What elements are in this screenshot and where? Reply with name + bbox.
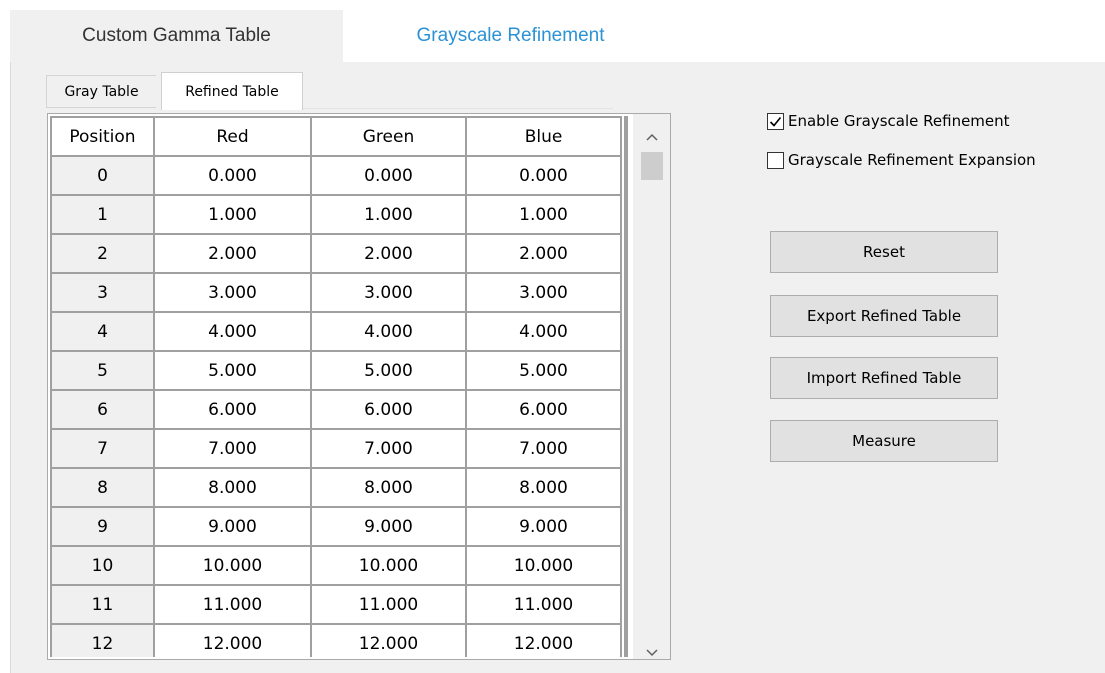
- cell-red[interactable]: 5.000: [153, 350, 312, 391]
- cell-blue[interactable]: 12.000: [465, 623, 622, 657]
- tab-custom-gamma-table[interactable]: Custom Gamma Table: [10, 10, 343, 62]
- cell-green[interactable]: 7.000: [310, 428, 467, 469]
- cell-red[interactable]: 9.000: [153, 506, 312, 547]
- cell-position: 12: [50, 623, 155, 657]
- column-header-green: Green: [310, 116, 467, 157]
- cell-position: 7: [50, 428, 155, 469]
- cell-red[interactable]: 1.000: [153, 194, 312, 235]
- tab-refined-table[interactable]: Refined Table: [161, 72, 303, 110]
- cell-position: 2: [50, 233, 155, 274]
- cell-position: 0: [50, 155, 155, 196]
- table-row: 0 0.000 0.000 0.000: [50, 155, 622, 196]
- column-header-position: Position: [50, 116, 155, 157]
- cell-green[interactable]: 2.000: [310, 233, 467, 274]
- cell-red[interactable]: 8.000: [153, 467, 312, 508]
- cell-position: 10: [50, 545, 155, 586]
- cell-green[interactable]: 9.000: [310, 506, 467, 547]
- cell-blue[interactable]: 2.000: [465, 233, 622, 274]
- table-row: 11 11.000 11.000 11.000: [50, 584, 622, 625]
- table-row: 7 7.000 7.000 7.000: [50, 428, 622, 469]
- cell-position: 11: [50, 584, 155, 625]
- table-row: 5 5.000 5.000 5.000: [50, 350, 622, 391]
- cell-red[interactable]: 4.000: [153, 311, 312, 352]
- import-refined-table-button[interactable]: Import Refined Table: [770, 357, 998, 399]
- cell-blue[interactable]: 3.000: [465, 272, 622, 313]
- table-row: 10 10.000 10.000 10.000: [50, 545, 622, 586]
- tab-gray-table[interactable]: Gray Table: [46, 75, 156, 108]
- table-row: 6 6.000 6.000 6.000: [50, 389, 622, 430]
- cell-blue[interactable]: 11.000: [465, 584, 622, 625]
- enable-refinement-label: Enable Grayscale Refinement: [788, 112, 1010, 130]
- cell-blue[interactable]: 7.000: [465, 428, 622, 469]
- cell-green[interactable]: 11.000: [310, 584, 467, 625]
- cell-blue[interactable]: 6.000: [465, 389, 622, 430]
- table-row: 12 12.000 12.000 12.000: [50, 623, 622, 657]
- cell-red[interactable]: 12.000: [153, 623, 312, 657]
- cell-red[interactable]: 7.000: [153, 428, 312, 469]
- cell-blue[interactable]: 1.000: [465, 194, 622, 235]
- table-header-row: Position Red Green Blue: [50, 116, 622, 157]
- cell-green[interactable]: 3.000: [310, 272, 467, 313]
- cell-blue[interactable]: 9.000: [465, 506, 622, 547]
- cell-red[interactable]: 2.000: [153, 233, 312, 274]
- cell-red[interactable]: 11.000: [153, 584, 312, 625]
- cell-blue[interactable]: 8.000: [465, 467, 622, 508]
- cell-green[interactable]: 6.000: [310, 389, 467, 430]
- measure-button[interactable]: Measure: [770, 420, 998, 462]
- cell-position: 1: [50, 194, 155, 235]
- grid-viewport: Position Red Green Blue 0 0.000 0.000 0.…: [50, 116, 628, 657]
- cell-blue[interactable]: 10.000: [465, 545, 622, 586]
- cell-blue[interactable]: 0.000: [465, 155, 622, 196]
- refined-table: Position Red Green Blue 0 0.000 0.000 0.…: [50, 116, 622, 657]
- cell-position: 3: [50, 272, 155, 313]
- cell-red[interactable]: 6.000: [153, 389, 312, 430]
- cell-blue[interactable]: 5.000: [465, 350, 622, 391]
- cell-green[interactable]: 10.000: [310, 545, 467, 586]
- table-row: 9 9.000 9.000 9.000: [50, 506, 622, 547]
- refinement-expansion-checkbox[interactable]: [767, 151, 784, 169]
- cell-blue[interactable]: 4.000: [465, 311, 622, 352]
- cell-red[interactable]: 10.000: [153, 545, 312, 586]
- column-header-blue: Blue: [465, 116, 622, 157]
- export-refined-table-button[interactable]: Export Refined Table: [770, 295, 998, 337]
- cell-position: 6: [50, 389, 155, 430]
- table-row: 1 1.000 1.000 1.000: [50, 194, 622, 235]
- table-row: 4 4.000 4.000 4.000: [50, 311, 622, 352]
- reset-button[interactable]: Reset: [770, 231, 998, 273]
- sub-tab-divider: [303, 108, 613, 109]
- cell-green[interactable]: 8.000: [310, 467, 467, 508]
- table-row: 3 3.000 3.000 3.000: [50, 272, 622, 313]
- cell-red[interactable]: 0.000: [153, 155, 312, 196]
- check-icon: [769, 116, 782, 127]
- grayscale-refinement-panel: Gray Table Refined Table Position Red Gr…: [10, 62, 1105, 673]
- chevron-up-icon[interactable]: [633, 122, 670, 152]
- cell-green[interactable]: 4.000: [310, 311, 467, 352]
- cell-position: 5: [50, 350, 155, 391]
- refinement-expansion-option[interactable]: Grayscale Refinement Expansion: [767, 151, 1036, 169]
- cell-position: 9: [50, 506, 155, 547]
- column-header-red: Red: [153, 116, 312, 157]
- cell-red[interactable]: 3.000: [153, 272, 312, 313]
- scrollbar-thumb[interactable]: [641, 152, 663, 180]
- cell-green[interactable]: 1.000: [310, 194, 467, 235]
- refined-table-grid: Position Red Green Blue 0 0.000 0.000 0.…: [47, 113, 671, 660]
- enable-refinement-option[interactable]: Enable Grayscale Refinement: [767, 112, 1010, 130]
- cell-green[interactable]: 0.000: [310, 155, 467, 196]
- cell-green[interactable]: 5.000: [310, 350, 467, 391]
- refinement-expansion-label: Grayscale Refinement Expansion: [788, 151, 1036, 169]
- vertical-scrollbar[interactable]: [633, 114, 670, 659]
- tab-grayscale-refinement[interactable]: Grayscale Refinement: [343, 10, 678, 62]
- chevron-down-icon[interactable]: [633, 638, 670, 668]
- cell-green[interactable]: 12.000: [310, 623, 467, 657]
- enable-refinement-checkbox[interactable]: [767, 112, 784, 130]
- table-row: 8 8.000 8.000 8.000: [50, 467, 622, 508]
- cell-position: 4: [50, 311, 155, 352]
- table-row: 2 2.000 2.000 2.000: [50, 233, 622, 274]
- cell-position: 8: [50, 467, 155, 508]
- main-tab-bar: Custom Gamma Table Grayscale Refinement: [10, 10, 678, 62]
